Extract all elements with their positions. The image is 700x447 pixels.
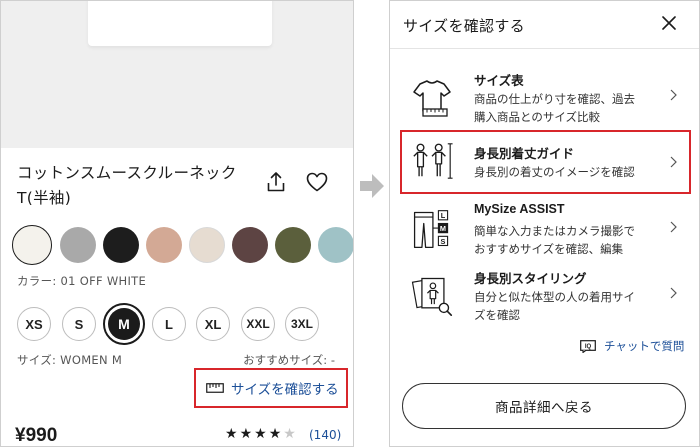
option-description-line: ズを確認 [474,308,520,322]
color-swatch-4[interactable] [146,227,182,263]
star-filled-icon: ★ [225,426,240,442]
size-check-link-label: サイズを確認する [231,382,339,398]
chevron-right-icon [670,287,677,299]
star-filled-icon: ★ [254,426,269,442]
tshirt-photo [88,1,272,46]
size-option-3xl[interactable]: 3XL [285,307,319,341]
height-guide-option[interactable]: 身長別着丈ガイド 身長別の着丈のイメージを確認 [400,130,691,194]
close-icon[interactable] [662,16,676,30]
chat-question-link[interactable]: IQ チャットで質問 [580,338,684,354]
color-label: カラー: 01 OFF WHITE [17,274,147,288]
styling-icon [411,277,453,316]
option-description-line: おすすめサイズを確認、編集 [474,242,624,256]
divider [390,48,699,49]
chat-link-label: チャットで質問 [604,339,685,353]
option-description: 身長別の着丈のイメージを確認 [474,163,664,181]
tshirt-ruler-icon [413,80,451,117]
color-swatch-7[interactable] [275,227,311,263]
favorite-heart-icon[interactable] [306,172,328,192]
color-swatch-list [12,225,353,267]
mysize-assist-option[interactable]: L M S MySize ASSIST 簡単な入力またはカメラ撮影で おすすめサ… [400,199,691,263]
option-description: 簡単な入力またはカメラ撮影で おすすめサイズを確認、編集 [474,222,664,258]
size-option-l[interactable]: L [152,307,186,341]
color-swatch-1[interactable] [12,225,52,265]
option-description: 自分と似た体型の人の着用サイ ズを確認 [474,288,664,324]
badge-s: S [441,237,446,246]
chevron-right-icon [670,221,677,233]
color-swatch-8[interactable] [318,227,353,263]
rating-stars: ★★★★★ [225,426,298,442]
star-empty-icon: ★ [283,426,298,442]
option-description-line: 身長別の着丈のイメージを確認 [474,165,635,179]
star-filled-icon: ★ [268,426,284,442]
option-title: 身長別スタイリング [474,272,587,286]
option-title: MySize ASSIST [474,202,565,216]
option-description-line: 商品の仕上がり寸を確認、過去 [474,92,635,106]
color-swatch-2[interactable] [60,227,96,263]
ruler-icon [206,383,224,393]
size-check-sheet: サイズを確認する サイズ表 商品の仕上がり寸を確認、過去 購入商品とのサイズ比較… [389,0,700,447]
size-check-link[interactable]: サイズを確認する [194,368,348,408]
chat-icon-label: IQ [585,344,592,350]
size-option-label: XL [204,316,222,332]
option-description: 商品の仕上がり寸を確認、過去 購入商品とのサイズ比較 [474,90,664,126]
size-option-label: 3XL [290,317,313,331]
star-filled-icon: ★ [239,426,255,442]
review-count-link[interactable]: (140) [309,428,341,442]
height-guide-icon [413,143,453,179]
size-option-s[interactable]: S [62,307,96,341]
chevron-right-icon [670,156,677,168]
size-table-option[interactable]: サイズ表 商品の仕上がり寸を確認、過去 購入商品とのサイズ比較 [400,67,691,131]
size-option-xl[interactable]: XL [196,307,230,341]
badge-l: L [441,211,446,220]
selected-size-label: サイズ: WOMEN M [17,353,123,367]
option-description-line: 購入商品とのサイズ比較 [474,110,601,124]
size-option-label: S [74,316,84,332]
product-title: コットンスムースクルーネック T(半袖) [17,161,257,211]
color-swatch-3[interactable] [103,227,139,263]
option-title: サイズ表 [474,74,524,88]
size-option-xs[interactable]: XS [17,307,51,341]
recommended-size-label: おすすめサイズ: - [243,353,335,367]
size-option-m[interactable]: M [103,303,145,345]
color-swatch-6[interactable] [232,227,268,263]
option-description-line: 自分と似た体型の人の着用サイ [474,290,635,304]
color-swatch-5[interactable] [189,227,225,263]
share-icon[interactable] [266,171,286,193]
product-detail-panel: コットンスムースクルーネック T(半袖) カラー: 01 OFF WHITE X… [0,0,354,447]
back-to-product-button[interactable]: 商品詳細へ戻る [402,383,686,429]
product-image[interactable] [1,1,353,148]
chevron-right-icon [670,89,677,101]
product-title-line2: T(半袖) [17,189,72,207]
size-option-label: M [108,308,140,340]
chat-icon: IQ [580,339,596,353]
option-title: 身長別着丈ガイド [474,147,575,161]
price: ¥990 [15,425,58,446]
product-title-line1: コットンスムースクルーネック [17,164,237,182]
height-styling-option[interactable]: 身長別スタイリング 自分と似た体型の人の着用サイ ズを確認 [400,265,691,329]
size-selector: XS S M L XL XXL 3XL [15,303,353,345]
badge-m: M [440,224,446,233]
size-option-label: XS [25,316,43,332]
size-option-label: XXL [246,317,270,331]
mysize-assist-icon: L M S [413,210,449,248]
option-description-line: 簡単な入力またはカメラ撮影で [474,224,635,238]
sheet-title: サイズを確認する [403,17,525,35]
arrow-right-icon [360,174,384,198]
size-option-xxl[interactable]: XXL [241,307,275,341]
size-option-label: L [165,316,173,332]
